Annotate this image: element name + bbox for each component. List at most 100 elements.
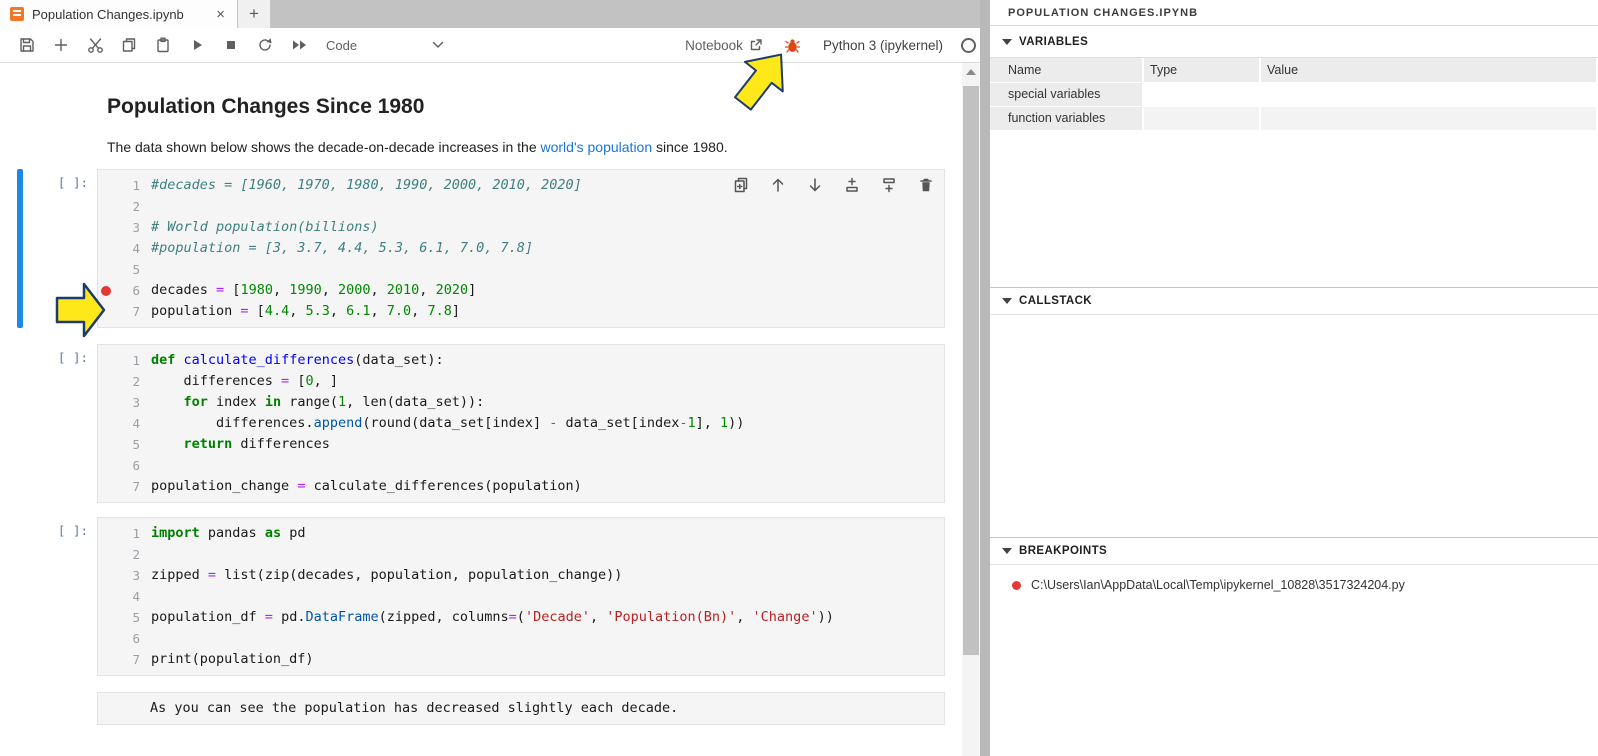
notebook-scrollbar[interactable] (962, 63, 980, 756)
new-tab-button[interactable]: + (238, 0, 271, 28)
breakpoint-gutter[interactable] (98, 476, 114, 497)
code-line: 3 for index in range(1, len(data_set)): (98, 392, 944, 413)
cell-type-label: Code (326, 38, 357, 53)
scrollbar-thumb[interactable] (963, 86, 979, 655)
copy-cells-button[interactable] (112, 31, 146, 59)
intro-paragraph: The data shown below shows the decade-on… (107, 139, 728, 155)
insert-cell-button[interactable] (44, 31, 78, 59)
duplicate-cell-button[interactable] (732, 176, 749, 193)
scissors-icon (87, 37, 104, 54)
code-line: 1def calculate_differences(data_set): (98, 350, 944, 371)
markdown-edit-cell[interactable]: As you can see the population has decrea… (0, 692, 962, 725)
breakpoints-section-header[interactable]: BREAKPOINTS (990, 537, 1598, 565)
line-number: 1 (114, 350, 140, 371)
cell-editor[interactable]: 1def calculate_differences(data_set):2 d… (97, 344, 945, 503)
code-line: 4 differences.append(round(data_set[inde… (98, 413, 944, 434)
kernel-name[interactable]: Python 3 (ipykernel) (823, 38, 943, 53)
breakpoint-gutter[interactable] (98, 413, 114, 434)
col-type: Type (1143, 58, 1260, 82)
breakpoint-gutter[interactable] (98, 371, 114, 392)
code-cell[interactable]: [ ]:1#decades = [1960, 1970, 1980, 1990,… (0, 169, 962, 328)
col-name: Name (990, 58, 1143, 82)
breakpoint-gutter[interactable] (98, 565, 114, 586)
breakpoint-gutter[interactable] (98, 628, 114, 649)
line-number: 6 (114, 628, 140, 649)
code-line: 2 (98, 196, 944, 217)
cut-cells-button[interactable] (78, 31, 112, 59)
breakpoint-gutter[interactable] (98, 217, 114, 238)
breakpoint-dot-icon (1012, 581, 1021, 590)
notebook-launcher-button[interactable]: Notebook (685, 38, 763, 53)
breakpoint-gutter[interactable] (98, 280, 114, 301)
line-number: 5 (114, 434, 140, 455)
breakpoint-dot-icon[interactable] (101, 286, 111, 296)
breakpoint-list-item[interactable]: C:\Users\Ian\AppData\Local\Temp\ipykerne… (990, 574, 1598, 596)
code-text: #decades = [1960, 1970, 1980, 1990, 2000… (140, 175, 582, 196)
restart-kernel-button[interactable] (248, 31, 282, 59)
tab-bar: Population Changes.ipynb × + (0, 0, 990, 28)
code-text: def calculate_differences(data_set): (140, 350, 444, 371)
cell-editor[interactable]: 1#decades = [1960, 1970, 1980, 1990, 200… (97, 169, 945, 328)
breakpoint-gutter[interactable] (98, 434, 114, 455)
interrupt-kernel-button[interactable] (214, 31, 248, 59)
code-cell[interactable]: [ ]:1import pandas as pd2 3zipped = list… (0, 517, 962, 676)
breakpoint-gutter[interactable] (98, 455, 114, 476)
save-button[interactable] (10, 31, 44, 59)
line-number: 4 (114, 238, 140, 259)
line-number: 2 (114, 196, 140, 217)
markdown-cell-title[interactable]: Population Changes Since 1980 (0, 85, 962, 119)
collapse-icon (1002, 298, 1012, 304)
notebook-toolbar: Code Notebook (0, 28, 990, 63)
cell-prompt: [ ]: (0, 169, 97, 328)
variables-row-function[interactable]: function variables (990, 106, 1597, 130)
breakpoint-gutter[interactable] (98, 586, 114, 607)
move-cell-up-button[interactable] (769, 176, 786, 193)
breakpoint-gutter[interactable] (98, 301, 114, 322)
code-line: 7population_change = calculate_differenc… (98, 476, 944, 497)
paste-cells-button[interactable] (146, 31, 180, 59)
worlds-population-link[interactable]: world's population (541, 139, 653, 155)
breakpoint-gutter[interactable] (98, 259, 114, 280)
scrollbar-up-button[interactable] (962, 63, 980, 80)
debugger-toggle-button[interactable] (781, 31, 805, 59)
run-cell-button[interactable] (180, 31, 214, 59)
cell-editor[interactable]: 1import pandas as pd2 3zipped = list(zip… (97, 517, 945, 676)
collapse-icon (1002, 548, 1012, 554)
insert-cell-below-button[interactable] (880, 176, 897, 193)
breakpoint-gutter[interactable] (98, 607, 114, 628)
variables-section-header[interactable]: VARIABLES (990, 26, 1598, 58)
breakpoint-gutter[interactable] (98, 544, 114, 565)
line-number: 5 (114, 607, 140, 628)
line-number: 3 (114, 565, 140, 586)
line-number: 3 (114, 392, 140, 413)
tab-population-changes[interactable]: Population Changes.ipynb × (0, 0, 238, 28)
breakpoint-gutter[interactable] (98, 523, 114, 544)
panel-splitter[interactable] (980, 0, 990, 756)
code-cell[interactable]: [ ]:1def calculate_differences(data_set)… (0, 344, 962, 503)
tab-close-icon[interactable]: × (212, 7, 229, 22)
tab-bar-empty (271, 0, 990, 28)
breakpoint-gutter[interactable] (98, 350, 114, 371)
run-all-button[interactable] (282, 31, 316, 59)
move-cell-down-button[interactable] (806, 176, 823, 193)
breakpoint-gutter[interactable] (98, 175, 114, 196)
code-text: for index in range(1, len(data_set)): (140, 392, 484, 413)
cell-type-dropdown[interactable]: Code (326, 38, 444, 53)
delete-cell-button[interactable] (917, 176, 934, 193)
code-line: 5population_df = pd.DataFrame(zipped, co… (98, 607, 944, 628)
line-number: 4 (114, 413, 140, 434)
insert-cell-above-button[interactable] (843, 176, 860, 193)
breakpoint-gutter[interactable] (98, 392, 114, 413)
variables-row-special[interactable]: special variables (990, 82, 1597, 106)
callstack-section-header[interactable]: CALLSTACK (990, 287, 1598, 315)
cell-editor[interactable]: As you can see the population has decrea… (97, 692, 945, 725)
notebook-file-icon (10, 7, 24, 21)
duplicate-cell-icon (733, 177, 749, 193)
code-line: 3zipped = list(zip(decades, population, … (98, 565, 944, 586)
breakpoint-gutter[interactable] (98, 196, 114, 217)
cell-prompt: [ ]: (0, 344, 97, 503)
code-text: zipped = list(zip(decades, population, p… (140, 565, 622, 586)
markdown-cell-intro[interactable]: The data shown below shows the decade-on… (0, 131, 962, 155)
breakpoint-gutter[interactable] (98, 649, 114, 670)
breakpoint-gutter[interactable] (98, 238, 114, 259)
